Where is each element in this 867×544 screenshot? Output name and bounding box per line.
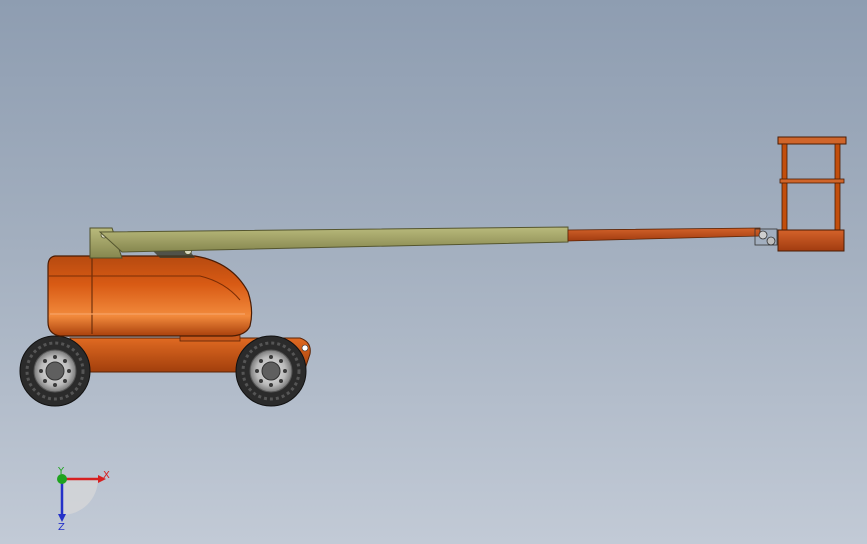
triad-plane-indicator bbox=[62, 479, 98, 515]
y-axis-label: Y bbox=[57, 466, 65, 477]
rear-wheel[interactable] bbox=[235, 335, 307, 407]
boom-extension[interactable] bbox=[567, 227, 761, 242]
x-axis-label: X bbox=[103, 470, 110, 481]
turntable-body[interactable] bbox=[47, 255, 253, 337]
orientation-triad: X Y Z bbox=[57, 466, 110, 532]
platform-basket[interactable] bbox=[777, 136, 847, 252]
z-axis-arrowhead bbox=[58, 514, 66, 522]
main-boom[interactable] bbox=[98, 226, 569, 253]
cad-viewport[interactable]: X Y Z bbox=[0, 0, 867, 544]
z-axis-label: Z bbox=[58, 522, 65, 532]
boom-lift-model[interactable] bbox=[0, 0, 867, 544]
front-wheel[interactable] bbox=[19, 335, 91, 407]
